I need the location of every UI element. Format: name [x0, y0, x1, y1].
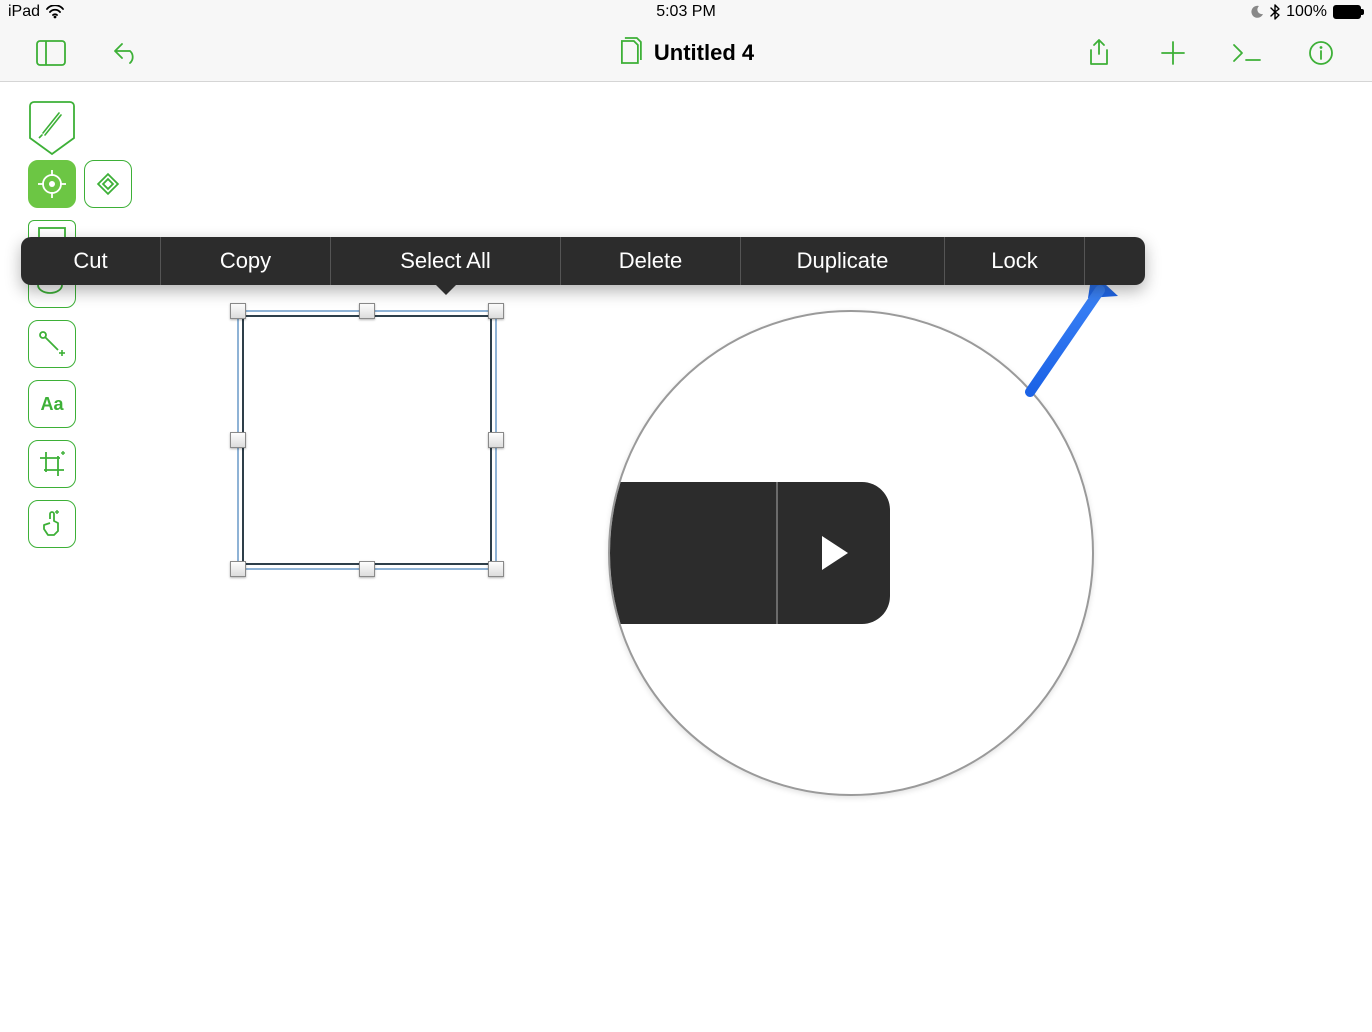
pen-tool[interactable]	[28, 100, 76, 148]
resize-handle-br[interactable]	[488, 561, 504, 577]
console-button[interactable]	[1232, 38, 1262, 68]
resize-handle-bl[interactable]	[230, 561, 246, 577]
resize-handle-tl[interactable]	[230, 303, 246, 319]
resize-handle-tr[interactable]	[488, 303, 504, 319]
resize-handle-tm[interactable]	[359, 303, 375, 319]
resize-handle-bm[interactable]	[359, 561, 375, 577]
ios-status-bar: iPad 5:03 PM 100%	[0, 0, 1372, 24]
battery-percent-label: 100%	[1286, 3, 1327, 21]
magnifier-callout	[608, 310, 1094, 796]
resize-handle-ml[interactable]	[230, 432, 246, 448]
magnified-more-button	[778, 482, 890, 624]
touch-tool[interactable]	[28, 500, 76, 548]
add-button[interactable]	[1158, 38, 1188, 68]
canvas[interactable]: Aa Cut Copy Select All Delete Duplicate …	[0, 82, 1372, 1032]
tool-palette: Aa	[28, 100, 132, 548]
selected-shape[interactable]	[232, 305, 502, 575]
device-label: iPad	[8, 3, 40, 21]
target-tool[interactable]	[28, 160, 76, 208]
ctx-more-button[interactable]	[1085, 237, 1145, 285]
info-button[interactable]	[1306, 38, 1336, 68]
document-icon	[618, 35, 644, 71]
clock-label: 5:03 PM	[656, 3, 716, 21]
ctx-lock[interactable]: Lock	[945, 237, 1085, 285]
share-button[interactable]	[1084, 38, 1114, 68]
ctx-duplicate[interactable]: Duplicate	[741, 237, 945, 285]
bluetooth-icon	[1270, 4, 1280, 20]
text-tool[interactable]: Aa	[28, 380, 76, 428]
sidebar-toggle-button[interactable]	[36, 38, 66, 68]
resize-handle-mr[interactable]	[488, 432, 504, 448]
undo-button[interactable]	[110, 38, 140, 68]
ctx-delete[interactable]: Delete	[561, 237, 741, 285]
wifi-icon	[46, 5, 64, 19]
text-tool-label: Aa	[40, 394, 63, 415]
rectangle-shape[interactable]	[242, 315, 492, 565]
magnified-menu-segment	[608, 482, 778, 624]
line-tool[interactable]	[28, 320, 76, 368]
ctx-copy[interactable]: Copy	[161, 237, 331, 285]
ctx-cut[interactable]: Cut	[21, 237, 161, 285]
crop-tool[interactable]	[28, 440, 76, 488]
app-toolbar: Untitled 4	[0, 24, 1372, 82]
diamond-tool[interactable]	[84, 160, 132, 208]
context-menu: Cut Copy Select All Delete Duplicate Loc…	[21, 237, 1145, 285]
ctx-select-all[interactable]: Select All	[331, 237, 561, 285]
annotation-arrow-icon	[1010, 272, 1120, 402]
document-title[interactable]: Untitled 4	[654, 40, 754, 66]
context-menu-caret	[435, 284, 457, 295]
battery-icon	[1333, 5, 1361, 19]
do-not-disturb-icon	[1250, 5, 1264, 19]
